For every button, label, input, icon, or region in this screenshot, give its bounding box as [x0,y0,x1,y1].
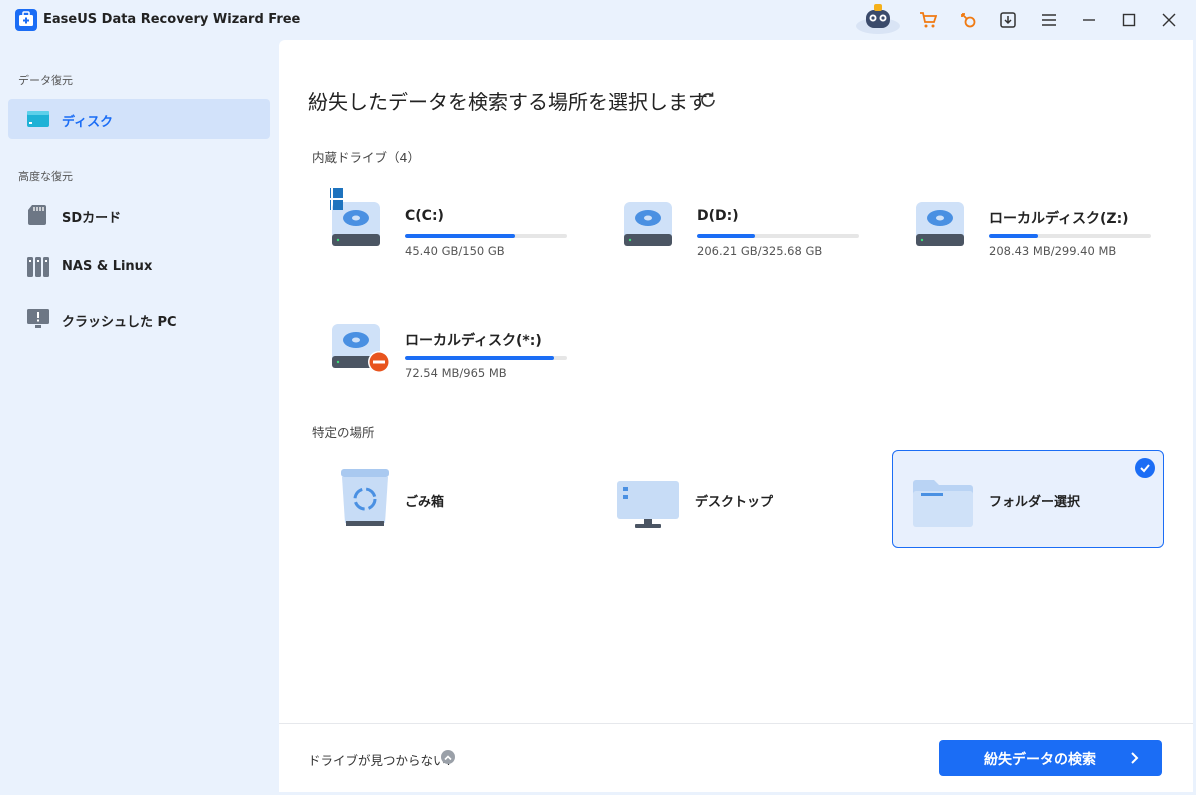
specific-location-label: 特定の場所 [312,425,375,440]
drive-usage-fill [989,234,1038,238]
drive-name: ローカルディスク(Z:) [989,211,1129,227]
drive-usage-bar [405,356,567,360]
app-logo-icon [15,9,37,31]
drive-usage-bar [989,234,1151,238]
drive-z[interactable]: ローカルディスク(Z:) 208.43 MB/299.40 MB [914,188,1194,278]
sidebar-item-disk[interactable]: ディスク [8,99,270,139]
page-title: 紛失したデータを検索する場所を選択します [308,90,708,114]
menu-icon[interactable] [1037,8,1061,32]
location-label: ごみ箱 [405,495,445,510]
sidebar-item-label: ディスク [62,115,114,130]
scan-button-label: 紛失データの検索 [984,752,1096,768]
drive-not-found-link[interactable]: ドライブが見つからない? [308,750,452,769]
location-label: フォルダー選択 [989,495,1081,510]
sidebar-item-label: クラッシュした PC [62,315,177,330]
mascot-icon[interactable] [854,2,902,34]
cart-icon[interactable] [916,8,940,32]
hard-drive-icon [332,324,390,373]
drive-unmounted[interactable]: ローカルディスク(*:) 72.54 MB/965 MB [330,310,610,400]
desktop-icon [617,481,679,528]
drive-usage-bar [405,234,567,238]
hard-drive-icon [624,202,672,246]
folder-icon [913,480,973,527]
drive-size: 206.21 GB/325.68 GB [697,244,823,258]
key-icon[interactable] [956,8,980,32]
sd-card-icon [28,205,46,225]
sidebar-section-advanced-recovery: 高度な復元 [18,170,73,183]
location-folder-select[interactable]: フォルダー選択 [892,450,1164,548]
scan-lost-data-button[interactable]: 紛失データの検索 [939,740,1162,776]
app-title: EaseUS Data Recovery Wizard Free [43,12,301,27]
sidebar-section-data-recovery: データ復元 [18,74,73,87]
drive-d[interactable]: D(D:) 206.21 GB/325.68 GB [622,188,902,278]
footer-divider [279,723,1193,724]
crashed-pc-icon [27,309,49,328]
location-recycle-bin[interactable]: ごみ箱 [317,451,589,549]
sidebar: データ復元 ディスク 高度な復元 SDカード NAS & Linux クラッシュ… [0,40,278,795]
drive-usage-fill [405,356,555,360]
sidebar-item-sd-card[interactable]: SDカード [8,195,270,235]
sidebar-item-label: NAS & Linux [62,259,153,274]
internal-drives-label: 内蔵ドライブ（4） [312,150,420,165]
sidebar-item-crashed-pc[interactable]: クラッシュした PC [8,299,270,339]
hard-drive-icon [916,202,964,246]
disk-icon [27,111,49,127]
chevron-up-icon[interactable] [441,750,455,764]
minimize-icon[interactable] [1077,8,1101,32]
recycle-bin-icon [341,469,389,526]
drive-name: C(C:) [405,208,444,224]
drive-name: D(D:) [697,208,739,224]
drive-size: 208.43 MB/299.40 MB [989,244,1117,258]
drive-c[interactable]: C(C:) 45.40 GB/150 GB [330,188,610,278]
location-desktop[interactable]: デスクトップ [609,451,881,549]
drive-usage-fill [697,234,756,238]
drive-size: 72.54 MB/965 MB [405,366,507,380]
drive-usage-bar [697,234,859,238]
drive-name: ローカルディスク(*:) [405,333,542,349]
location-label: デスクトップ [695,495,774,510]
chevron-right-icon [1131,752,1139,764]
sidebar-item-label: SDカード [62,211,122,226]
main-panel: 紛失したデータを検索する場所を選択します 内蔵ドライブ（4） C(C:) 45.… [279,40,1193,792]
title-bar: EaseUS Data Recovery Wizard Free [0,0,1196,40]
close-icon[interactable] [1157,8,1181,32]
drive-size: 45.40 GB/150 GB [405,244,505,258]
refresh-icon[interactable] [699,91,717,109]
hard-drive-icon [330,188,380,246]
download-icon[interactable] [996,8,1020,32]
sidebar-item-nas-linux[interactable]: NAS & Linux [8,247,270,287]
nas-icon [27,257,49,277]
selected-check-icon [1135,458,1155,478]
drive-usage-fill [405,234,516,238]
maximize-icon[interactable] [1117,8,1141,32]
